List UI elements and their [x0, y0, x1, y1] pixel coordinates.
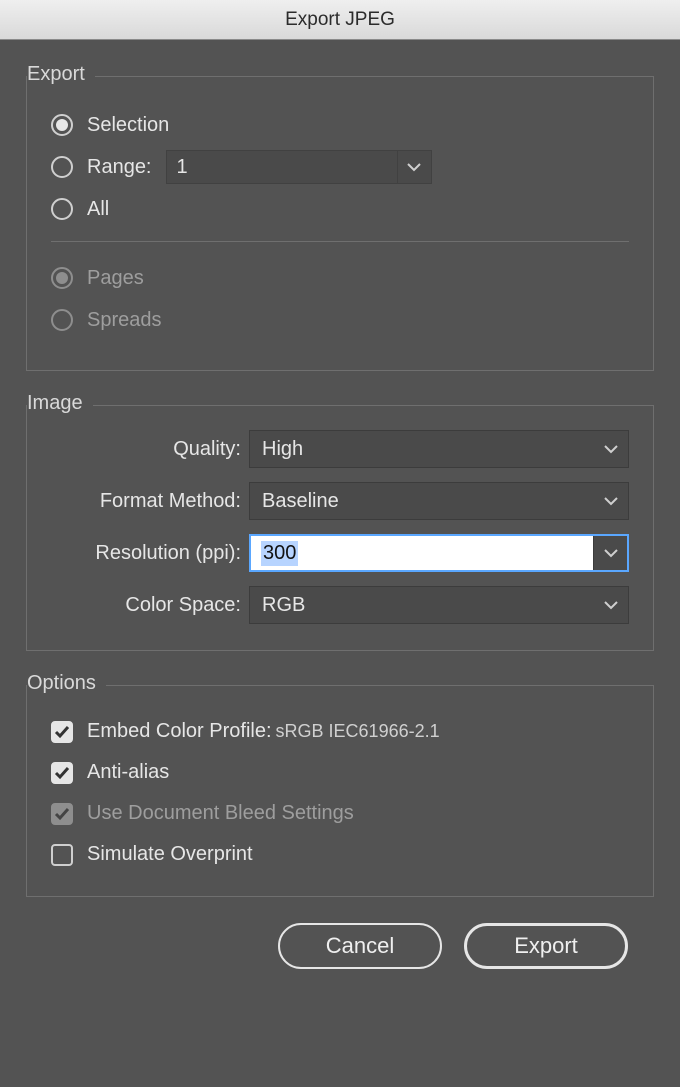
overprint-label: Simulate Overprint [87, 843, 253, 866]
bleed-label: Use Document Bleed Settings [87, 802, 354, 825]
format-value: Baseline [262, 490, 339, 513]
radio-spreads [51, 309, 73, 331]
checkbox-bleed [51, 803, 73, 825]
resolution-dropdown-button[interactable] [593, 536, 627, 570]
format-label: Format Method: [51, 490, 241, 513]
image-fieldset: Image Quality: High Format Method: Basel… [26, 405, 654, 651]
radio-range[interactable] [51, 156, 73, 178]
cancel-button[interactable]: Cancel [278, 923, 442, 969]
checkbox-antialias[interactable] [51, 762, 73, 784]
resolution-label: Resolution (ppi): [51, 542, 241, 565]
chevron-down-icon [604, 600, 618, 610]
radio-pages [51, 267, 73, 289]
quality-value: High [262, 438, 303, 461]
options-legend: Options [27, 672, 106, 695]
embed-profile-label: Embed Color Profile: [87, 720, 272, 743]
embed-profile-value: sRGB IEC61966-2.1 [276, 721, 440, 742]
window-title: Export JPEG [0, 0, 680, 40]
export-button[interactable]: Export [464, 923, 628, 969]
chevron-down-icon [604, 496, 618, 506]
range-value: 1 [167, 151, 397, 183]
checkbox-overprint[interactable] [51, 844, 73, 866]
checkbox-embed-profile[interactable] [51, 721, 73, 743]
options-fieldset: Options Embed Color Profile: sRGB IEC619… [26, 685, 654, 897]
radio-pages-label: Pages [87, 267, 144, 290]
export-fieldset: Export Selection Range: 1 All Pages [26, 76, 654, 371]
range-dropdown-button[interactable] [397, 151, 431, 183]
colorspace-select[interactable]: RGB [249, 586, 629, 624]
resolution-combobox[interactable]: 300 [249, 534, 629, 572]
radio-selection-label: Selection [87, 114, 169, 137]
quality-select[interactable]: High [249, 430, 629, 468]
resolution-value: 300 [261, 541, 298, 566]
chevron-down-icon [604, 444, 618, 454]
radio-spreads-label: Spreads [87, 309, 162, 332]
radio-all-label: All [87, 198, 109, 221]
format-select[interactable]: Baseline [249, 482, 629, 520]
quality-label: Quality: [51, 438, 241, 461]
image-legend: Image [27, 392, 93, 415]
radio-range-label: Range: [87, 156, 152, 179]
export-separator [51, 241, 629, 242]
radio-selection[interactable] [51, 114, 73, 136]
antialias-label: Anti-alias [87, 761, 169, 784]
export-legend: Export [27, 63, 95, 86]
colorspace-value: RGB [262, 594, 305, 617]
radio-all[interactable] [51, 198, 73, 220]
range-combobox[interactable]: 1 [166, 150, 432, 184]
colorspace-label: Color Space: [51, 594, 241, 617]
